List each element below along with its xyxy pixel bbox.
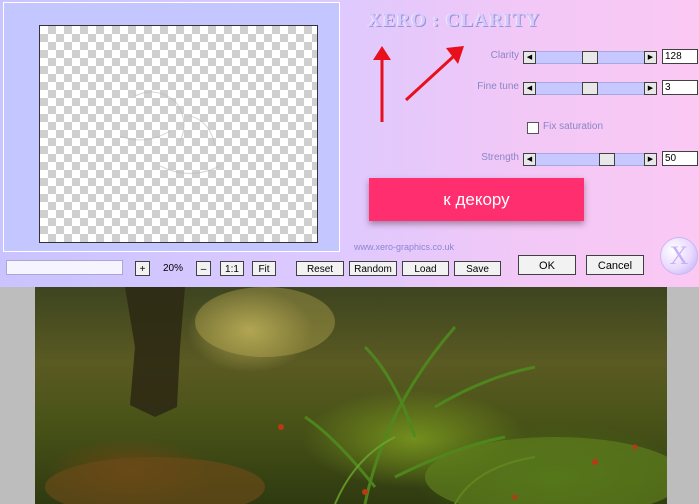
fine-tune-slider-thumb[interactable]: [582, 82, 598, 95]
strength-decrease-button[interactable]: ◀: [523, 153, 536, 166]
fine-tune-increase-button[interactable]: ▶: [644, 82, 657, 95]
strength-label: Strength: [481, 152, 519, 163]
fine-tune-value-field[interactable]: 3: [662, 80, 698, 95]
reset-button[interactable]: Reset: [296, 261, 344, 276]
save-button[interactable]: Save: [454, 261, 501, 276]
red-arrow-icon: [373, 46, 391, 122]
clarity-increase-button[interactable]: ▶: [644, 51, 657, 64]
zoom-level: 20%: [162, 263, 183, 274]
preview-faint-content: [119, 91, 221, 174]
fix-saturation-checkbox[interactable]: [527, 122, 539, 134]
strength-slider[interactable]: ◀ ▶: [523, 153, 657, 166]
forest-photo-canvas: [35, 287, 667, 504]
clarity-decrease-button[interactable]: ◀: [523, 51, 536, 64]
to-decor-button[interactable]: к декору: [369, 178, 584, 221]
one-to-one-button[interactable]: 1:1: [220, 261, 244, 276]
strength-value-field[interactable]: 50: [662, 151, 698, 166]
zoom-in-button[interactable]: +: [135, 261, 150, 276]
zoom-out-button[interactable]: –: [196, 261, 211, 276]
fine-tune-decrease-button[interactable]: ◀: [523, 82, 536, 95]
website-link[interactable]: www.xero-graphics.co.uk: [354, 242, 454, 252]
ok-button[interactable]: OK: [518, 255, 576, 275]
fine-tune-label: Fine tune: [477, 81, 519, 92]
strength-increase-button[interactable]: ▶: [644, 153, 657, 166]
clarity-value-field[interactable]: 128: [662, 49, 698, 64]
progress-bar: [6, 260, 123, 275]
xero-logo: X: [660, 237, 698, 275]
cancel-button[interactable]: Cancel: [586, 255, 644, 275]
fine-tune-slider[interactable]: ◀ ▶: [523, 82, 657, 95]
fix-saturation-label: Fix saturation: [543, 121, 604, 132]
fit-button[interactable]: Fit: [252, 261, 276, 276]
workspace-background: [0, 287, 699, 504]
clarity-slider-thumb[interactable]: [582, 51, 598, 64]
preview-panel: [3, 2, 340, 252]
load-button[interactable]: Load: [402, 261, 449, 276]
xero-clarity-dialog: XERO : CLARITY Clarity ◀ ▶ 128 Fine tune…: [0, 0, 699, 287]
forest-scene: [45, 287, 667, 504]
strength-slider-thumb[interactable]: [599, 153, 616, 166]
random-button[interactable]: Random: [349, 261, 397, 276]
preview-canvas[interactable]: [39, 25, 318, 243]
clarity-slider[interactable]: ◀ ▶: [523, 51, 657, 64]
clarity-label: Clarity: [490, 50, 519, 61]
plugin-title: XERO : CLARITY: [368, 10, 541, 31]
